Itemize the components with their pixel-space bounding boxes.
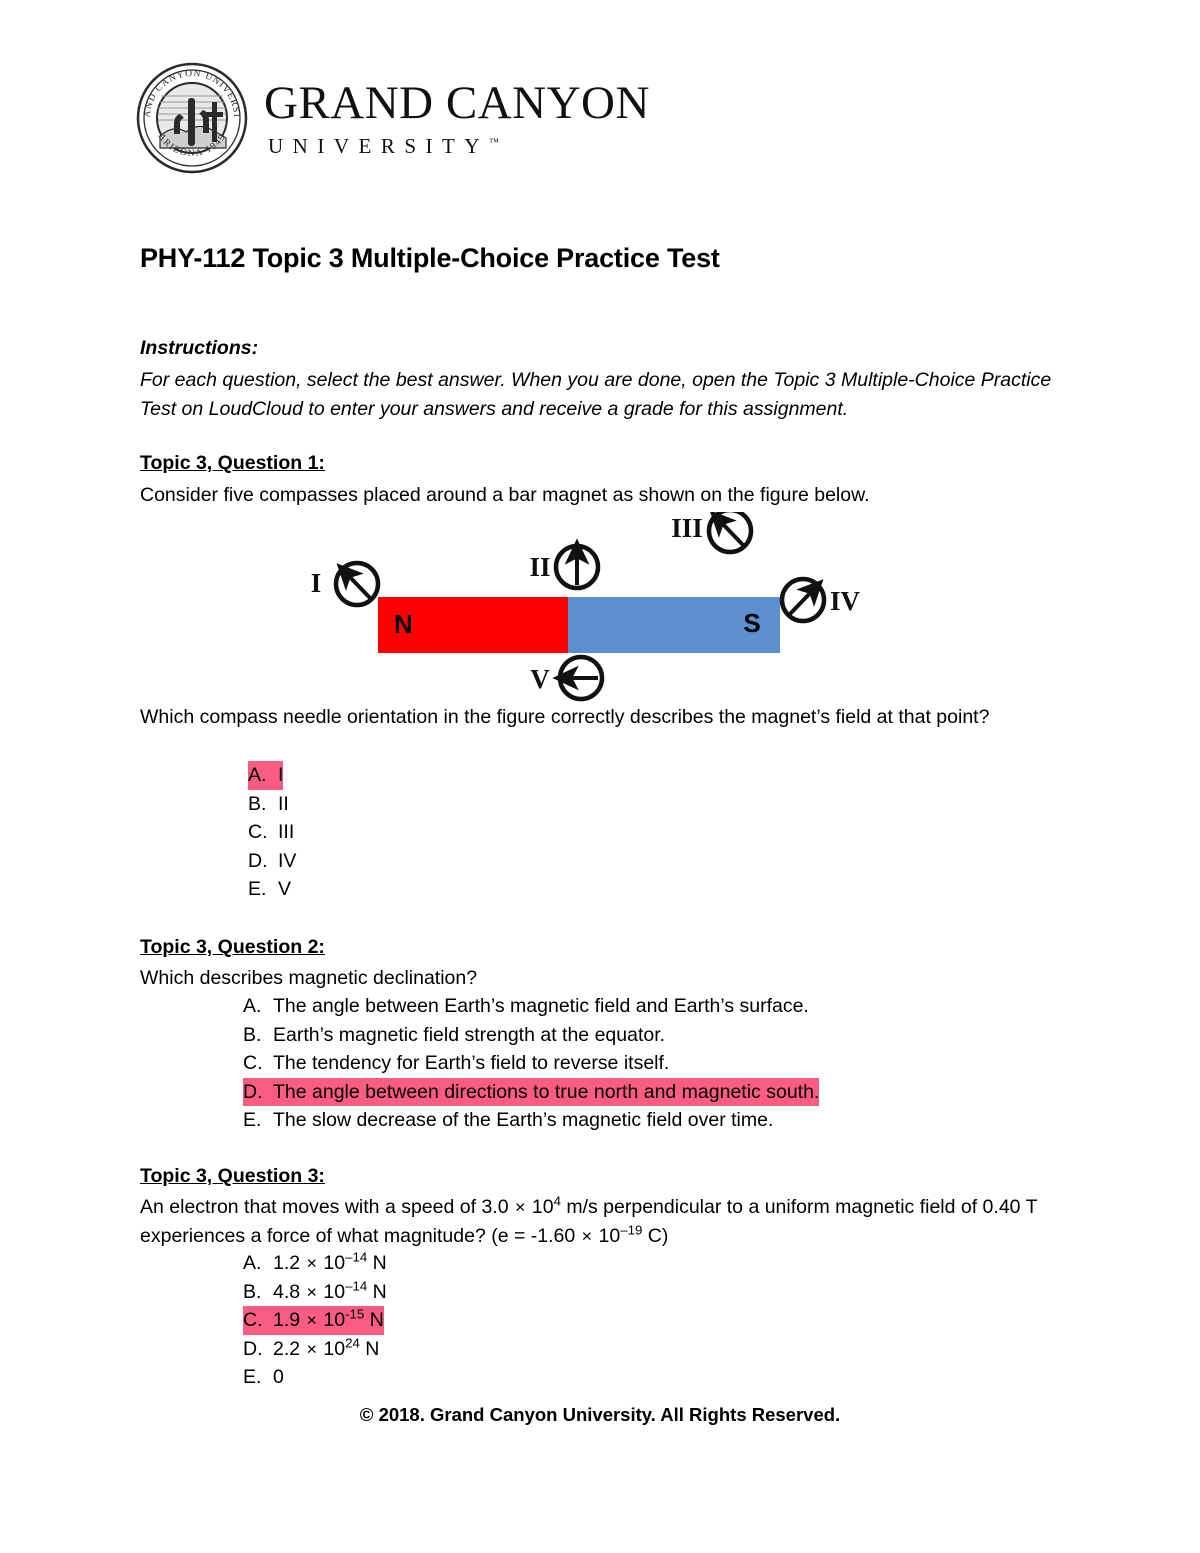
option-e-letter: E. [248, 878, 267, 900]
compass-iii: III [671, 512, 754, 555]
compass-ii: II [529, 538, 601, 591]
option-b-text: II [278, 792, 289, 815]
option-c-letter: C. [243, 1052, 263, 1074]
option-a[interactable]: A. The angle between Earth’s magnetic fie… [243, 992, 809, 1021]
option-a-value: 1.2 × 10–14 N [273, 1249, 387, 1274]
compass-ii-label: II [529, 552, 550, 582]
option-c[interactable]: C. 1.9 × 10-15 N [243, 1306, 384, 1335]
compass-v-label: V [530, 664, 550, 694]
wordmark-grand-canyon: GRAND CANYON [264, 76, 650, 129]
option-e[interactable]: E. The slow decrease of the Earth’s magne… [243, 1106, 773, 1135]
instructions-label: Instructions: [140, 337, 259, 359]
question-1-prompt: Which compass needle orientation in the … [140, 706, 990, 728]
option-d[interactable]: D. IV [248, 847, 296, 876]
option-c-text: III [278, 821, 295, 843]
question-3-heading: Topic 3, Question 3: [140, 1165, 325, 1187]
question-2-prompt: Which describes magnetic declination? [140, 967, 478, 989]
option-a-text: The angle between Earth’s magnetic field… [273, 995, 809, 1017]
option-d-letter: D. [248, 849, 268, 872]
option-a-text: I [278, 764, 284, 786]
wordmark-university-text: UNIVERSITY [268, 133, 489, 158]
option-a-letter: A. [248, 764, 267, 786]
option-b[interactable]: B. Earth’s magnetic field strength at the… [243, 1021, 665, 1050]
option-d[interactable]: D. The angle between directions to true n… [243, 1077, 820, 1106]
question-2-heading: Topic 3, Question 2: [140, 936, 325, 958]
option-c-letter: C. [243, 1309, 263, 1331]
option-b-letter: B. [248, 792, 267, 815]
question-2-options: A. The angle between Earth’s magnetic fie… [243, 992, 820, 1135]
option-b[interactable]: B. 4.8 × 10–14 N [243, 1278, 387, 1307]
q3-text-1: An electron that moves with a speed of 3… [140, 1196, 514, 1218]
option-c[interactable]: C. III [248, 818, 294, 847]
instructions-body: For each question, select the best answe… [140, 369, 1052, 420]
q3-multiply-1: × [514, 1197, 526, 1217]
option-b-value: 4.8 × 10–14 N [273, 1278, 387, 1303]
q3-multiply-2: × [581, 1226, 593, 1246]
option-d-value: 2.2 × 1024 N [273, 1335, 380, 1360]
bar-magnet-diagram: N S I II III IV V [311, 512, 861, 702]
option-e[interactable]: E. V [248, 875, 291, 904]
option-b-letter: B. [243, 1023, 262, 1046]
option-c-letter: C. [248, 821, 268, 843]
compass-v: V [530, 654, 605, 702]
compass-iii-label: III [671, 513, 703, 543]
compass-i-label: I [311, 568, 322, 598]
q3-base-1: 10 [526, 1196, 554, 1218]
option-c[interactable]: C. The tendency for Earth’s field to reve… [243, 1049, 669, 1078]
option-e-text: V [278, 878, 292, 900]
option-e[interactable]: E. 0 [243, 1363, 284, 1392]
option-c-text: The tendency for Earth’s field to revers… [273, 1052, 670, 1074]
page-title: PHY-112 Topic 3 Multiple-Choice Practice… [140, 243, 720, 273]
copyright-footer: © 2018. Grand Canyon University. All Rig… [359, 1404, 841, 1425]
q3-base-2: 10 [593, 1225, 621, 1247]
q3-exponent-1: 4 [553, 1193, 561, 1209]
option-a-letter: A. [243, 995, 262, 1017]
option-a[interactable]: A. 1.2 × 10–14 N [243, 1249, 387, 1278]
document-page: GRAND CANYON UNIVERSITY ARIZONA 1949 GRA… [0, 0, 1200, 1553]
compass-i: I [311, 560, 381, 608]
option-e-text: The slow decrease of the Earth’s magneti… [273, 1109, 774, 1131]
question-1-options: A. I B. II C. III D. IV E. V [248, 761, 296, 904]
wordmark-university: UNIVERSITY™ [268, 133, 650, 158]
option-b-text: Earth’s magnetic field strength at the e… [273, 1023, 666, 1046]
compass-iv: IV [779, 576, 861, 624]
option-e-letter: E. [243, 1366, 262, 1388]
compass-iv-label: IV [830, 586, 861, 616]
north-pole-label: N [394, 609, 413, 639]
option-a[interactable]: A. I [248, 761, 284, 790]
option-a-letter: A. [243, 1252, 262, 1274]
q3-exponent-2: –19 [620, 1222, 643, 1238]
trademark-symbol: ™ [489, 136, 499, 148]
option-d-letter: D. [243, 1337, 263, 1360]
option-d-text: The angle between directions to true nor… [273, 1080, 820, 1103]
south-pole-label: S [743, 608, 760, 638]
question-3-options: A. 1.2 × 10–14 N B. 4.8 × 10–14 N C. 1.9 × … [243, 1249, 387, 1392]
question-1-heading: Topic 3, Question 1: [140, 452, 325, 474]
gcu-seal-icon: GRAND CANYON UNIVERSITY ARIZONA 1949 [136, 62, 248, 174]
gcu-wordmark: GRAND CANYON UNIVERSITY™ [264, 76, 650, 158]
option-d-text: IV [278, 849, 297, 872]
option-d[interactable]: D. 2.2 × 1024 N [243, 1335, 379, 1364]
bar-magnet-figure: N S I II III IV V [290, 512, 910, 702]
option-d-letter: D. [243, 1080, 263, 1103]
q3-text-3: C) [642, 1225, 669, 1247]
question-3-prompt: An electron that moves with a speed of 3… [140, 1193, 1075, 1251]
option-e-value: 0 [273, 1366, 284, 1388]
option-e-letter: E. [243, 1109, 262, 1131]
option-b-letter: B. [243, 1280, 262, 1303]
option-b[interactable]: B. II [248, 790, 289, 819]
question-1-intro: Consider five compasses placed around a … [140, 484, 870, 506]
gcu-logo: GRAND CANYON UNIVERSITY ARIZONA 1949 GRA… [136, 62, 650, 174]
option-c-value: 1.9 × 10-15 N [273, 1306, 384, 1331]
